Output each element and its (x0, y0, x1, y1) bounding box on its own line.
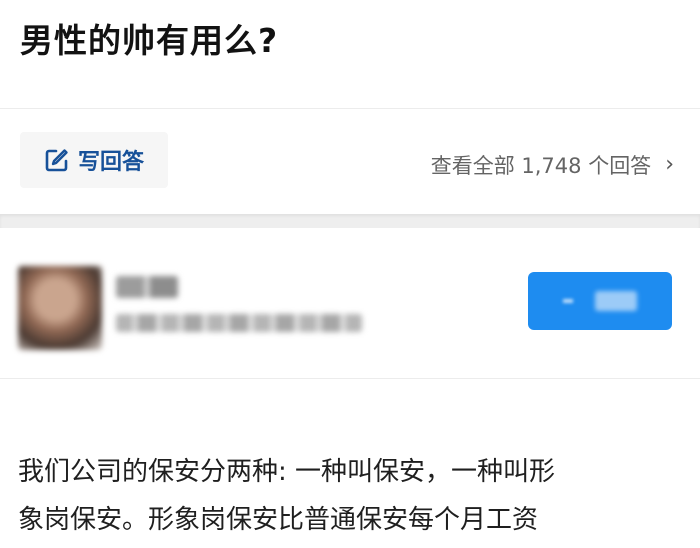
chevron-right-icon: › (665, 152, 674, 177)
author-info (0, 228, 700, 378)
write-answer-button[interactable]: 写回答 (20, 132, 168, 188)
edit-icon (44, 147, 70, 173)
answer-content[interactable]: 我们公司的保安分两种: 一种叫保安，一种叫形 象岗保安。形象岗保安比普通保安每个… (18, 448, 682, 544)
follow-button[interactable] (528, 272, 672, 330)
answer-line: 我们公司的保安分两种: 一种叫保安，一种叫形 (18, 457, 556, 487)
author-name-blurred[interactable] (116, 276, 178, 298)
view-all-label: 查看全部 1,748 个回答 (430, 154, 652, 178)
author-bio-blurred (116, 314, 362, 332)
answer-line: 象岗保安。形象岗保安比普通保安每个月工资 (18, 505, 539, 535)
follow-label-blurred (595, 291, 637, 311)
write-answer-label: 写回答 (77, 150, 144, 175)
answer-action-bar: 写回答 查看全部 1,748 个回答 › (0, 112, 700, 212)
avatar[interactable] (18, 266, 102, 350)
divider (0, 378, 700, 379)
section-separator (0, 214, 700, 228)
plus-icon (563, 299, 573, 303)
divider (0, 108, 700, 109)
question-title: 男性的帅有用么? (20, 21, 279, 60)
view-all-answers-link[interactable]: 查看全部 1,748 个回答 › (431, 150, 674, 180)
